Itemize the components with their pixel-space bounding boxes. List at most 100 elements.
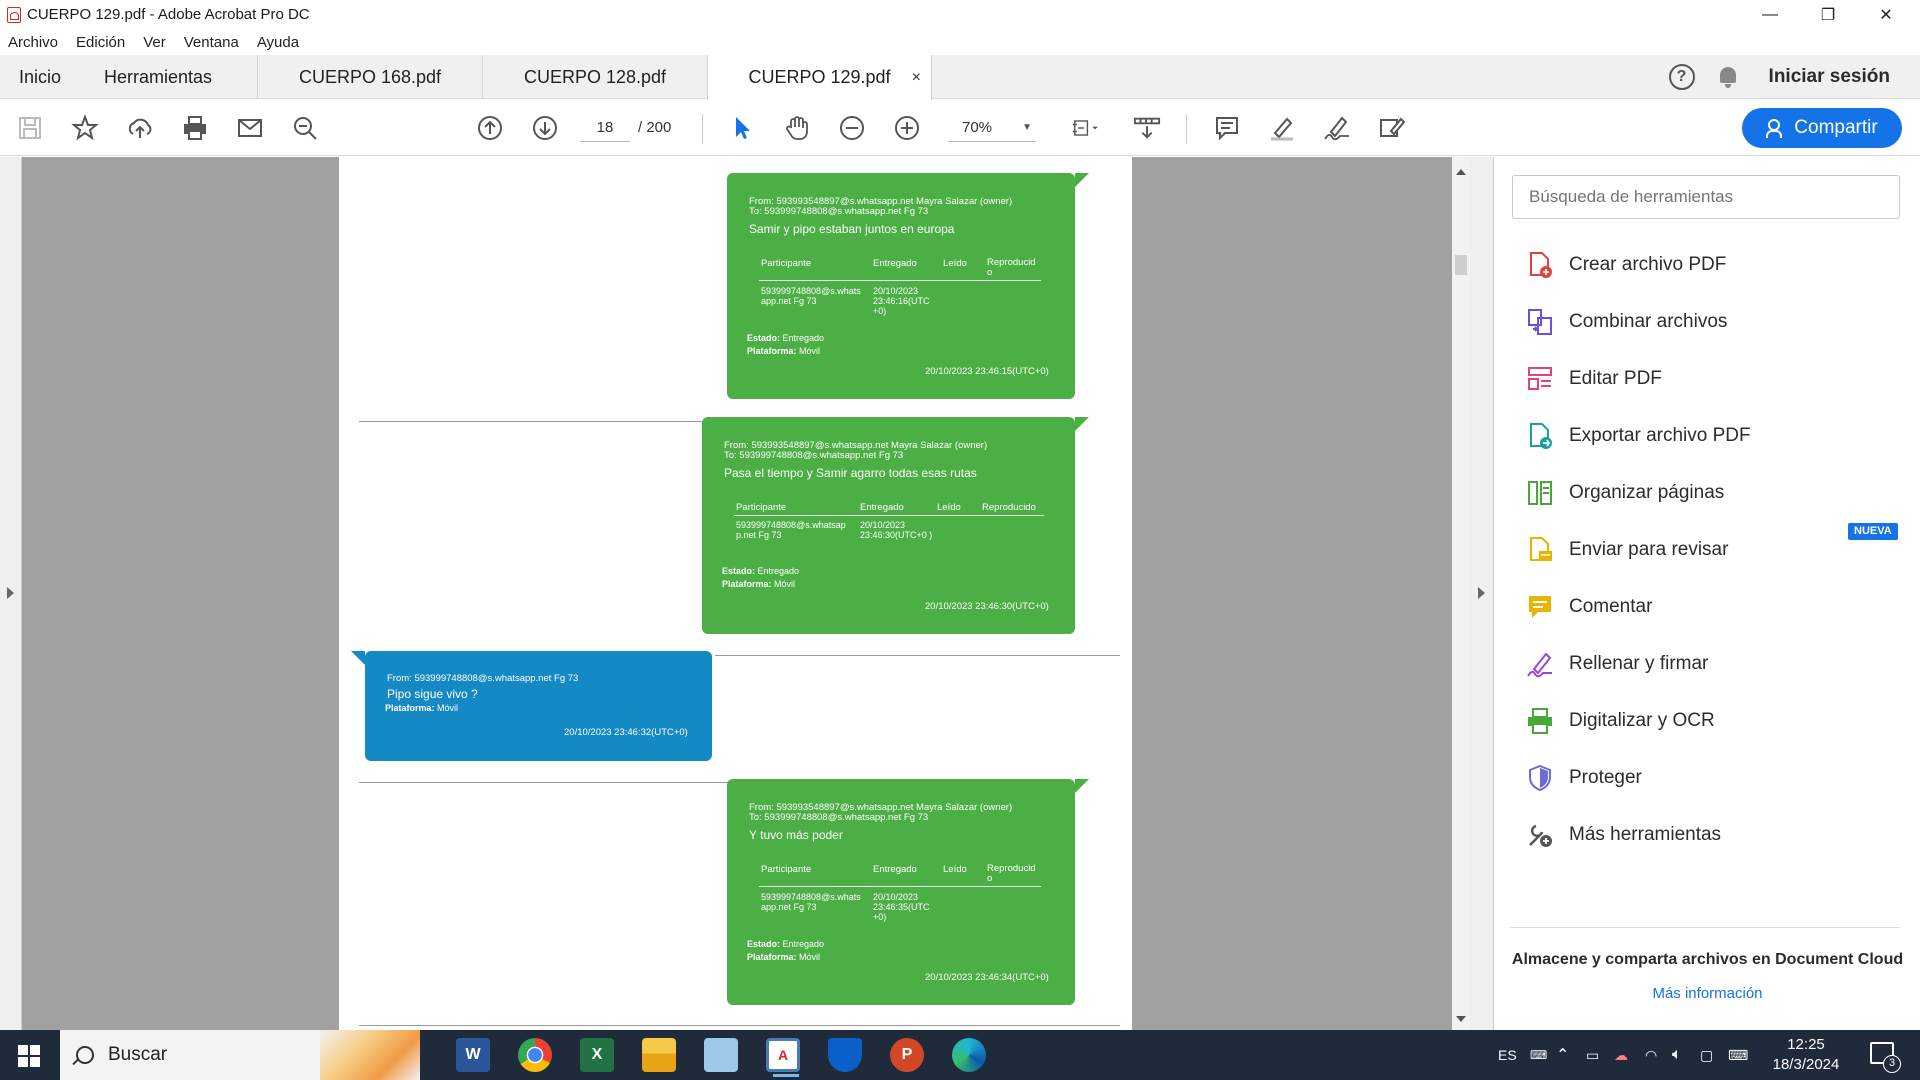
page-number-input[interactable]: 18	[580, 114, 630, 142]
chevron-up-icon[interactable]: ⌃	[1556, 1030, 1569, 1080]
taskbar-search[interactable]: Buscar	[60, 1030, 420, 1080]
defender-icon[interactable]	[828, 1038, 862, 1072]
select-cursor-icon[interactable]	[726, 112, 758, 144]
add-user-icon	[1766, 119, 1786, 138]
tool-editar[interactable]: Editar PDF	[1525, 361, 1662, 397]
right-panel-toggle[interactable]	[1470, 157, 1494, 1030]
tool-proteger[interactable]: Proteger	[1525, 760, 1642, 796]
acrobat-icon[interactable]: A	[766, 1038, 800, 1077]
prev-page-icon[interactable]	[474, 112, 506, 144]
separator	[359, 1025, 1120, 1026]
header-delivered: Entregado	[873, 258, 917, 269]
tab-bar: Inicio Herramientas CUERPO 168.pdf CUERP…	[0, 55, 1920, 100]
delivered-value: 20/10/2023 23:46:35(UTC +0)	[873, 892, 930, 922]
keyboard-layout-icon[interactable]: ⌨	[1530, 1030, 1547, 1080]
upload-icon[interactable]	[124, 112, 156, 144]
close-window-button[interactable]: ✕	[1858, 0, 1914, 29]
tab-cuerpo-168[interactable]: CUERPO 168.pdf	[257, 55, 482, 99]
scroll-up-icon[interactable]	[1456, 169, 1466, 175]
highlight-icon[interactable]	[1266, 112, 1298, 144]
page-total: / 200	[638, 119, 672, 136]
menu-archivo[interactable]: Archivo	[8, 34, 58, 51]
tool-label: Editar PDF	[1569, 368, 1662, 389]
scrollbar-thumb[interactable]	[1455, 255, 1467, 275]
signin-link[interactable]: Iniciar sesión	[1769, 66, 1890, 88]
chrome-icon[interactable]	[518, 1038, 552, 1072]
restore-button[interactable]: ❐	[1800, 0, 1856, 29]
bubble-tail	[1075, 417, 1089, 431]
windows-start-icon[interactable]	[18, 1045, 40, 1067]
clock[interactable]: 12:25 18/3/2024	[1758, 1035, 1854, 1075]
tool-rellenar-firmar[interactable]: Rellenar y firmar	[1525, 646, 1708, 682]
menu-ayuda[interactable]: Ayuda	[257, 34, 299, 51]
zoom-select[interactable]: 70% ▼	[948, 114, 1036, 142]
header-delivered: Entregado	[873, 864, 917, 875]
keyboard-icon[interactable]: ⌨	[1728, 1030, 1748, 1080]
scroll-down-icon[interactable]	[1456, 1016, 1466, 1022]
search-highlight-image	[320, 1030, 420, 1080]
scroll-mode-icon[interactable]	[1130, 112, 1164, 144]
print-icon[interactable]	[179, 112, 211, 144]
zoom-in-icon[interactable]	[891, 112, 923, 144]
help-icon[interactable]: ?	[1668, 64, 1695, 90]
minimize-button[interactable]: —	[1742, 0, 1798, 29]
zoom-out-icon[interactable]	[836, 112, 868, 144]
save-icon[interactable]	[14, 112, 46, 144]
notepad-icon[interactable]	[704, 1038, 738, 1072]
tool-label: Enviar para revisar	[1569, 539, 1729, 560]
edge-icon[interactable]	[952, 1038, 986, 1072]
powerpoint-icon[interactable]: P	[890, 1038, 924, 1072]
more-tools-icon	[1525, 820, 1555, 850]
battery-icon[interactable]: ▭	[1586, 1030, 1599, 1080]
tool-organizar[interactable]: Organizar páginas	[1525, 475, 1724, 511]
new-badge: NUEVA	[1848, 523, 1898, 540]
word-icon[interactable]: W	[456, 1038, 490, 1072]
mail-icon[interactable]	[234, 112, 266, 144]
hand-icon[interactable]	[781, 112, 813, 144]
share-button[interactable]: Compartir	[1742, 108, 1902, 148]
tab-herramientas[interactable]: Herramientas	[104, 55, 212, 99]
left-panel-toggle[interactable]	[0, 157, 22, 1030]
status-line: Estado: Entregado	[722, 566, 800, 576]
zoom-value: 70%	[962, 119, 993, 136]
comment-icon[interactable]	[1211, 112, 1243, 144]
tool-comentar[interactable]: Comentar	[1525, 589, 1652, 625]
tool-mas-herramientas[interactable]: Más herramientas	[1525, 817, 1721, 853]
tool-label: Combinar archivos	[1569, 311, 1728, 332]
menu-edicion[interactable]: Edición	[76, 34, 125, 51]
tool-enviar-revisar[interactable]: Enviar para revisar	[1525, 532, 1728, 568]
clock-time: 12:25	[1787, 1036, 1825, 1053]
excel-icon[interactable]: X	[580, 1038, 614, 1072]
tool-exportar[interactable]: Exportar archivo PDF	[1525, 418, 1751, 454]
next-page-icon[interactable]	[529, 112, 561, 144]
wifi-icon[interactable]: ◠	[1645, 1030, 1657, 1080]
bell-icon[interactable]	[1717, 65, 1739, 89]
menu-ventana[interactable]: Ventana	[184, 34, 239, 51]
display-icon[interactable]: ▢	[1700, 1030, 1713, 1080]
sign-icon[interactable]	[1321, 112, 1353, 144]
status-line: Estado: Entregado	[747, 939, 825, 949]
star-icon[interactable]	[69, 112, 101, 144]
tools-search-input[interactable]	[1512, 175, 1900, 219]
tab-cuerpo-128[interactable]: CUERPO 128.pdf	[482, 55, 707, 99]
message-timestamp: 20/10/2023 23:46:32(UTC+0)	[564, 727, 688, 738]
share-label: Compartir	[1794, 117, 1878, 138]
tool-crear-pdf[interactable]: Crear archivo PDF	[1525, 247, 1726, 283]
tab-cuerpo-129[interactable]: CUERPO 129.pdf ×	[707, 55, 932, 100]
edit-icon[interactable]	[1376, 112, 1408, 144]
tab-inicio[interactable]: Inicio	[19, 55, 61, 99]
fit-page-icon[interactable]	[1064, 112, 1108, 144]
tool-digitalizar-ocr[interactable]: Digitalizar y OCR	[1525, 703, 1715, 739]
file-explorer-icon[interactable]	[642, 1038, 676, 1072]
language-indicator[interactable]: ES	[1498, 1030, 1517, 1080]
close-tab-icon[interactable]: ×	[912, 69, 921, 87]
network-error-icon[interactable]: ☁	[1614, 1030, 1628, 1080]
delivered-value: 20/10/2023 23:46:30(UTC+0 )	[860, 520, 933, 540]
tool-combinar[interactable]: Combinar archivos	[1525, 304, 1727, 340]
vertical-scrollbar[interactable]	[1452, 157, 1470, 1030]
zoom-search-icon[interactable]	[289, 112, 321, 144]
delivered-value: 20/10/2023 23:46:16(UTC +0)	[873, 286, 930, 316]
menu-ver[interactable]: Ver	[143, 34, 166, 51]
more-info-link[interactable]: Más información	[1495, 985, 1920, 1002]
volume-icon[interactable]: 🔈︎	[1672, 1030, 1682, 1080]
